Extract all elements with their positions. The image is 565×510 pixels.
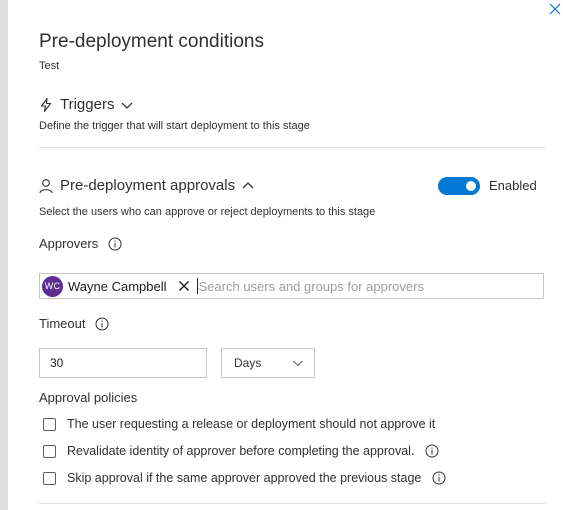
approvals-label: Pre-deployment approvals <box>60 177 236 194</box>
policy-row: The user requesting a release or deploym… <box>43 417 435 431</box>
info-icon[interactable] <box>108 237 122 251</box>
policy-row: Revalidate identity of approver before c… <box>43 444 439 458</box>
approvals-description: Select the users who can approve or reje… <box>39 206 376 218</box>
approver-name: Wayne Campbell <box>68 278 167 294</box>
policy-checkbox[interactable] <box>43 471 56 485</box>
approval-policies-label: Approval policies <box>39 390 138 405</box>
approver-chip: WC Wayne Campbell <box>40 274 192 298</box>
avatar: WC <box>42 275 63 297</box>
toggle-label: Enabled <box>489 178 537 193</box>
info-icon[interactable] <box>425 444 439 458</box>
policy-row: Skip approval if the same approver appro… <box>43 471 446 485</box>
approvers-label: Approvers <box>39 236 99 251</box>
policy-label[interactable]: The user requesting a release or deploym… <box>67 417 435 431</box>
chevron-down-icon <box>292 357 304 369</box>
policy-label[interactable]: Revalidate identity of approver before c… <box>67 444 414 458</box>
close-button[interactable] <box>548 2 564 18</box>
close-icon <box>178 280 189 292</box>
info-icon[interactable] <box>95 317 109 331</box>
close-icon <box>549 3 561 15</box>
triggers-header[interactable]: Triggers <box>38 96 134 113</box>
triggers-label: Triggers <box>60 96 115 113</box>
timeout-unit-value: Days <box>234 356 262 370</box>
person-icon <box>38 178 54 194</box>
approvers-field-label: Approvers <box>39 236 122 251</box>
triggers-description: Define the trigger that will start deplo… <box>39 120 310 132</box>
info-icon[interactable] <box>432 471 446 485</box>
toggle-knob <box>466 181 476 191</box>
divider <box>39 503 546 504</box>
panel-subtitle: Test <box>39 60 60 72</box>
timeout-input[interactable] <box>39 348 207 378</box>
approver-search-input[interactable] <box>197 277 543 295</box>
policy-checkbox[interactable] <box>43 417 56 431</box>
timeout-label: Timeout <box>39 316 86 331</box>
approvers-picker[interactable]: WC Wayne Campbell <box>39 273 544 299</box>
panel-edge <box>0 0 8 510</box>
policy-label[interactable]: Skip approval if the same approver appro… <box>67 471 421 485</box>
approvals-toggle[interactable] <box>438 177 480 195</box>
timeout-field-label: Timeout <box>39 316 109 331</box>
remove-approver-button[interactable] <box>176 278 192 294</box>
chevron-up-icon <box>241 179 255 193</box>
panel-title: Pre-deployment conditions <box>39 31 264 52</box>
chevron-down-icon <box>120 98 134 112</box>
divider <box>39 147 546 148</box>
timeout-unit-dropdown[interactable]: Days <box>221 348 315 378</box>
lightning-icon <box>38 97 54 113</box>
approvals-header[interactable]: Pre-deployment approvals <box>38 177 255 194</box>
policy-checkbox[interactable] <box>43 444 56 458</box>
